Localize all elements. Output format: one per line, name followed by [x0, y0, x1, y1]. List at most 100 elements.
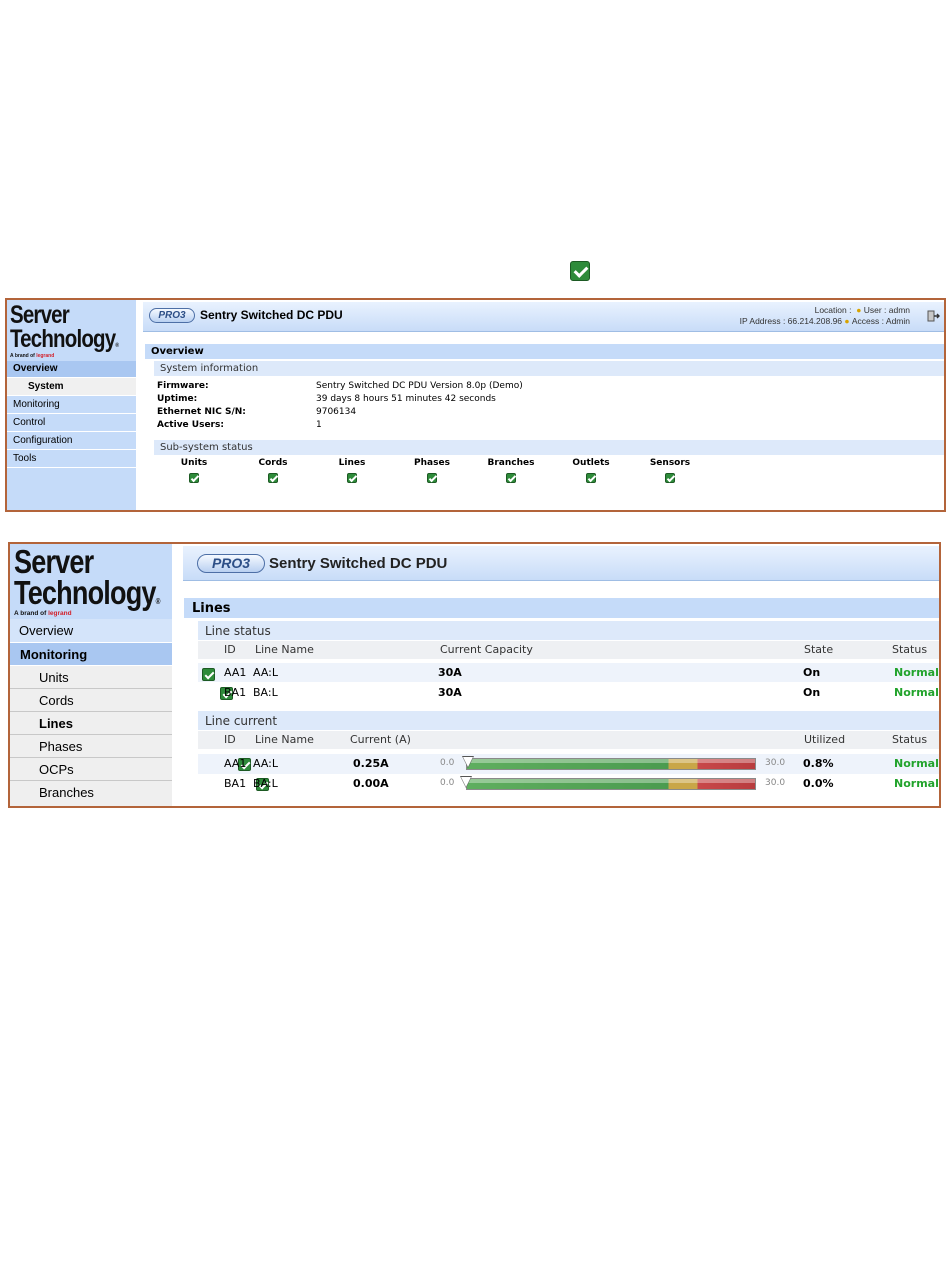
status-check-icon — [586, 473, 596, 483]
nic-sn-value: 9706134 — [316, 407, 357, 417]
line-status: Normal — [894, 757, 939, 770]
gauge-marker-icon — [460, 776, 472, 788]
logo: Server Technology® A brand of legrand — [10, 303, 134, 360]
subsystem-branches[interactable]: Branches — [471, 458, 551, 487]
col-id: ID — [224, 733, 236, 746]
firmware-value: Sentry Switched DC PDU Version 8.0p (Dem… — [316, 381, 523, 391]
logout-icon[interactable] — [926, 309, 940, 323]
line-name: BA:L — [253, 777, 278, 790]
line-current-value: 0.25A — [353, 757, 389, 770]
line-capacity: 30A — [438, 666, 462, 679]
col-id: ID — [224, 643, 236, 656]
system-info-title: System information — [154, 361, 944, 376]
subsystem-outlets[interactable]: Outlets — [551, 458, 631, 487]
logo: Server Technology® A brand of legrand — [14, 543, 170, 617]
line-capacity: 30A — [438, 686, 462, 699]
line-status-title: Line status — [198, 621, 939, 640]
line-name: BA:L — [253, 686, 278, 699]
line-state: On — [803, 686, 821, 699]
status-check-icon — [427, 473, 437, 483]
line-name: AA:L — [253, 666, 278, 679]
pro3-badge: PRO3 — [197, 554, 265, 573]
status-check-icon — [268, 473, 278, 483]
utilized-value: 0.0% — [803, 777, 834, 790]
sidebar: Server Technology® A brand of legrand Ov… — [10, 544, 172, 806]
access-level: Access : Admin — [851, 316, 910, 326]
gauge-marker-icon — [462, 756, 475, 768]
gauge-min: 0.0 — [440, 758, 455, 768]
sidebar-item-overview[interactable]: Overview — [7, 361, 136, 378]
subsystem-lines[interactable]: Lines — [312, 458, 392, 487]
sidebar-item-units[interactable]: Units — [10, 666, 172, 689]
sidebar-item-branches[interactable]: Branches — [10, 781, 172, 806]
col-current: Current (A) — [350, 733, 411, 746]
row-checkbox-icon[interactable] — [202, 668, 215, 681]
page-title: Overview — [145, 344, 944, 359]
lines-panel: Server Technology® A brand of legrand Ov… — [8, 542, 941, 808]
line-id: AA1 — [224, 757, 247, 770]
logo-line-2: Technology — [14, 574, 156, 612]
sidebar-item-monitoring[interactable]: Monitoring — [7, 396, 136, 414]
utilized-value: 0.8% — [803, 757, 834, 770]
header-bar: PRO3 Sentry Switched DC PDU Location : ●… — [143, 302, 944, 332]
sidebar-item-overview[interactable]: Overview — [10, 619, 172, 643]
line-status: Normal — [894, 666, 939, 679]
subsystem-cords[interactable]: Cords — [233, 458, 313, 487]
gauge-max: 30.0 — [765, 778, 786, 788]
current-gauge — [466, 758, 756, 770]
col-utilized: Utilized — [804, 733, 846, 746]
status-check-icon — [347, 473, 357, 483]
sidebar-item-system[interactable]: System — [7, 378, 136, 396]
line-id: AA1 — [224, 666, 247, 679]
col-current-capacity: Current Capacity — [440, 643, 533, 656]
logo-line-2: Technology — [10, 324, 116, 353]
subsystem-status-title: Sub-system status — [154, 440, 944, 455]
active-users-label: Active Users: — [157, 420, 224, 430]
brand-prefix: A brand of — [10, 352, 35, 359]
sidebar-item-tools[interactable]: Tools — [7, 450, 136, 468]
product-title: Sentry Switched DC PDU — [269, 555, 448, 572]
sidebar-item-control[interactable]: Control — [7, 414, 136, 432]
nic-sn-label: Ethernet NIC S/N: — [157, 407, 246, 417]
sidebar-item-monitoring[interactable]: Monitoring — [10, 643, 172, 666]
line-name: AA:L — [253, 757, 278, 770]
page-title: Lines — [184, 598, 939, 618]
col-state: State — [804, 643, 834, 656]
gauge-max: 30.0 — [765, 758, 786, 768]
subsystem-phases[interactable]: Phases — [392, 458, 472, 487]
col-status: Status — [892, 733, 928, 746]
status-check-icon — [665, 473, 675, 483]
uptime-value: 39 days 8 hours 51 minutes 42 seconds — [316, 394, 496, 404]
subsystem-status: Units Cords Lines Phases Branches Outlet… — [154, 458, 714, 488]
table-row[interactable] — [198, 663, 939, 682]
line-id: BA1 — [224, 686, 247, 699]
line-current-value: 0.00A — [353, 777, 389, 790]
sidebar-item-ocps[interactable]: OCPs — [10, 758, 172, 781]
line-state: On — [803, 666, 821, 679]
subsystem-sensors[interactable]: Sensors — [630, 458, 710, 487]
registered-mark: ® — [115, 342, 119, 349]
sidebar: Server Technology® A brand of legrand Ov… — [7, 300, 136, 510]
sidebar-item-cords[interactable]: Cords — [10, 689, 172, 712]
status-check-icon — [506, 473, 516, 483]
system-info-table: Firmware: Sentry Switched DC PDU Version … — [157, 380, 523, 432]
product-title: Sentry Switched DC PDU — [200, 308, 343, 322]
status-check-icon — [189, 473, 199, 483]
sidebar-item-lines[interactable]: Lines — [10, 712, 172, 735]
sidebar-item-configuration[interactable]: Configuration — [7, 432, 136, 450]
col-line-name: Line Name — [255, 733, 314, 746]
ip-address: IP Address : 66.214.208.96 — [739, 316, 843, 326]
overview-panel: Server Technology® A brand of legrand Ov… — [5, 298, 946, 512]
line-current-title: Line current — [198, 711, 939, 730]
legrand-logo: legrand — [36, 352, 55, 359]
line-status: Normal — [894, 686, 939, 699]
sidebar-item-phases[interactable]: Phases — [10, 735, 172, 758]
firmware-label: Firmware: — [157, 381, 209, 391]
col-status: Status — [892, 643, 928, 656]
col-line-name: Line Name — [255, 643, 314, 656]
subsystem-units[interactable]: Units — [154, 458, 234, 487]
uptime-label: Uptime: — [157, 394, 198, 404]
table-row[interactable] — [198, 683, 939, 702]
line-id: BA1 — [224, 777, 247, 790]
logo-line-1: Server — [14, 543, 94, 580]
